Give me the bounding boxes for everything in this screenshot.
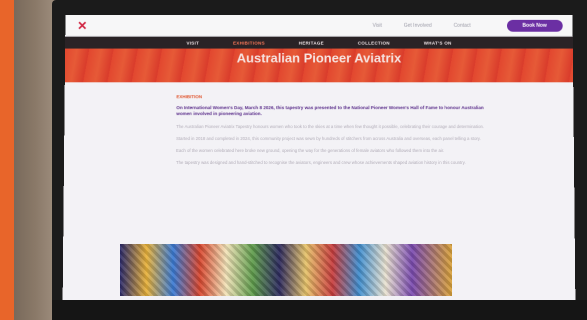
util-link-get-involved[interactable]: Get Involved [404, 22, 432, 28]
nav-item-whats-on[interactable]: WHAT'S ON [424, 40, 452, 45]
util-link-visit[interactable]: Visit [373, 22, 382, 28]
body-paragraph: The Australian Pioneer Aviatrix Tapestry… [176, 124, 484, 130]
aviatrix-logo-icon[interactable]: ✕ [75, 18, 89, 32]
utility-links: Visit Get Involved Contact Book Now [373, 19, 563, 32]
util-link-contact[interactable]: Contact [454, 22, 471, 28]
nav-item-visit[interactable]: VISIT [186, 40, 199, 45]
nav-item-heritage[interactable]: HERITAGE [299, 40, 324, 45]
main-nav: VISIT EXHIBITIONS HERITAGE COLLECTION WH… [65, 36, 573, 49]
monitor-bezel-bottom [52, 300, 587, 320]
body-paragraph: Each of the women celebrated here broke … [176, 148, 445, 154]
book-now-button[interactable]: Book Now [506, 19, 563, 32]
section-eyebrow: EXHIBITION [176, 94, 203, 100]
hero-banner: Australian Pioneer Aviatrix [64, 48, 574, 83]
tapestry-image [120, 244, 452, 296]
orange-edge [0, 0, 14, 320]
body-paragraph: The tapestry was designed and hand-stitc… [175, 160, 466, 165]
article-body: EXHIBITION On International Women's Day,… [64, 82, 494, 166]
nav-item-exhibitions[interactable]: EXHIBITIONS [233, 40, 265, 45]
top-bar: ✕ Visit Get Involved Contact Book Now [65, 14, 573, 37]
nav-item-collection[interactable]: COLLECTION [358, 40, 390, 45]
lead-paragraph: On International Women's Day, March 8 20… [176, 105, 484, 117]
page-title: Australian Pioneer Aviatrix [236, 50, 402, 66]
body-paragraph: Started in 2018 and completed in 2024, t… [176, 136, 481, 142]
